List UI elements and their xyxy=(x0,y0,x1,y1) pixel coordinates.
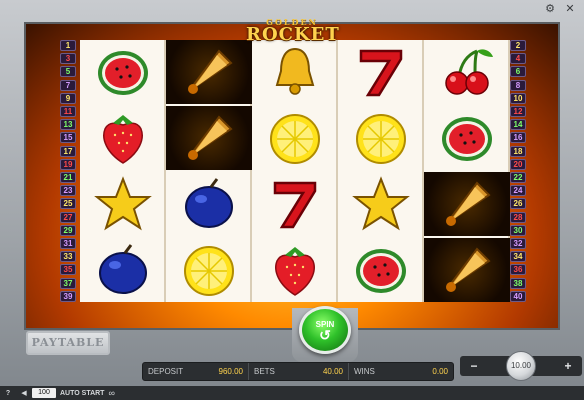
watermelon-symbol-icon xyxy=(338,238,424,302)
paytable-button[interactable]: PAYTABLE xyxy=(26,331,110,355)
lemon-symbol-icon xyxy=(338,106,424,170)
wins-label: WINS xyxy=(354,367,375,376)
paylines-right: 2 4 6 8 10 12 14 16 18 20 22 24 26 28 30 32 34 36 38 40 xyxy=(510,40,526,302)
deposit-value: 960.00 xyxy=(218,367,243,376)
payline-number: 38 xyxy=(510,277,526,289)
payline-number: 20 xyxy=(510,158,526,170)
payline-number: 1 xyxy=(60,40,76,51)
spin-arrow-icon: ↺ xyxy=(319,327,331,343)
payline-number: 24 xyxy=(510,185,526,197)
plum-symbol-icon xyxy=(80,238,166,302)
payline-number: 26 xyxy=(510,198,526,210)
bets-label: BETS xyxy=(254,367,275,376)
reel-2 xyxy=(166,40,252,302)
strawberry-symbol-icon xyxy=(252,238,338,302)
payline-number: 6 xyxy=(510,66,526,78)
strawberry-symbol-icon xyxy=(80,106,166,170)
star-symbol-icon xyxy=(338,172,424,236)
payline-number: 29 xyxy=(60,224,76,236)
payline-number: 13 xyxy=(60,119,76,131)
payline-number: 32 xyxy=(510,238,526,250)
payline-number: 18 xyxy=(510,145,526,157)
payline-number: 8 xyxy=(510,79,526,91)
autostart-infinite-button[interactable]: ∞ xyxy=(108,388,114,398)
top-icons: ⚙ ✕ xyxy=(544,3,576,15)
rocket-symbol-icon xyxy=(424,238,510,302)
cherry-symbol-icon xyxy=(424,40,510,104)
game-logo: GOLDEN ROCKET xyxy=(246,18,340,45)
payline-number: 39 xyxy=(60,290,76,302)
stake-minus-button[interactable]: − xyxy=(464,356,484,376)
payline-number: 40 xyxy=(510,290,526,302)
payline-number: 2 xyxy=(510,40,526,51)
bets-value: 40.00 xyxy=(322,367,343,376)
bell-symbol-icon xyxy=(252,40,338,104)
payline-number: 5 xyxy=(60,66,76,78)
reel-4 xyxy=(338,40,424,302)
rocket-symbol-icon xyxy=(166,40,252,104)
payline-number: 16 xyxy=(510,132,526,144)
lemon-symbol-icon xyxy=(166,238,252,302)
settings-icon[interactable]: ⚙ xyxy=(544,3,556,15)
payline-number: 22 xyxy=(510,172,526,184)
close-icon[interactable]: ✕ xyxy=(564,3,576,15)
stake-plus-button[interactable]: + xyxy=(558,356,578,376)
watermelon-symbol-icon xyxy=(424,106,510,170)
logo-main-text: ROCKET xyxy=(246,24,340,45)
info-bar: DEPOSIT 960.00 BETS 40.00 WINS 0.00 xyxy=(142,362,454,381)
payline-number: 4 xyxy=(510,53,526,65)
payline-number: 25 xyxy=(60,198,76,210)
spin-button[interactable]: SPIN ↺ xyxy=(299,306,351,354)
payline-number: 27 xyxy=(60,211,76,223)
reels xyxy=(80,40,510,302)
payline-number: 21 xyxy=(60,172,76,184)
reel-3 xyxy=(252,40,338,302)
deposit-display: DEPOSIT 960.00 xyxy=(143,363,249,380)
payline-number: 31 xyxy=(60,238,76,250)
payline-number: 30 xyxy=(510,224,526,236)
wins-value: 0.00 xyxy=(432,367,448,376)
help-button[interactable]: ? xyxy=(0,390,16,397)
autostart-button[interactable]: AUTO START xyxy=(60,390,104,397)
lemon-symbol-icon xyxy=(252,106,338,170)
seven-symbol-icon xyxy=(252,172,338,236)
payline-number: 36 xyxy=(510,264,526,276)
watermelon-symbol-icon xyxy=(80,40,166,104)
rocket-symbol-icon xyxy=(166,106,252,170)
payline-number: 34 xyxy=(510,251,526,263)
payline-number: 11 xyxy=(60,106,76,118)
wins-display: WINS 0.00 xyxy=(349,363,453,380)
payline-number: 37 xyxy=(60,277,76,289)
deposit-label: DEPOSIT xyxy=(148,367,184,376)
seven-symbol-icon xyxy=(338,40,424,104)
reel-1 xyxy=(80,40,166,302)
payline-number: 19 xyxy=(60,158,76,170)
reel-5 xyxy=(424,40,510,302)
star-symbol-icon xyxy=(80,172,166,236)
paylines-left: 1 3 5 7 9 11 13 15 17 19 21 23 25 27 29 31 33 35 37 39 xyxy=(60,40,76,302)
stake-coin[interactable]: 10.00 xyxy=(506,351,536,381)
bets-display: BETS 40.00 xyxy=(249,363,349,380)
payline-number: 7 xyxy=(60,79,76,91)
payline-number: 23 xyxy=(60,185,76,197)
payline-number: 12 xyxy=(510,106,526,118)
plum-symbol-icon xyxy=(166,172,252,236)
payline-number: 17 xyxy=(60,145,76,157)
payline-number: 33 xyxy=(60,251,76,263)
autostart-count[interactable]: 100 xyxy=(32,388,56,398)
bottom-bar: ? ◀ 100 AUTO START ∞ xyxy=(0,386,584,400)
sound-icon[interactable]: ◀ xyxy=(16,389,32,397)
payline-number: 3 xyxy=(60,53,76,65)
payline-number: 14 xyxy=(510,119,526,131)
payline-number: 10 xyxy=(510,92,526,104)
rocket-symbol-icon xyxy=(424,172,510,236)
payline-number: 9 xyxy=(60,92,76,104)
payline-number: 15 xyxy=(60,132,76,144)
payline-number: 35 xyxy=(60,264,76,276)
payline-number: 28 xyxy=(510,211,526,223)
